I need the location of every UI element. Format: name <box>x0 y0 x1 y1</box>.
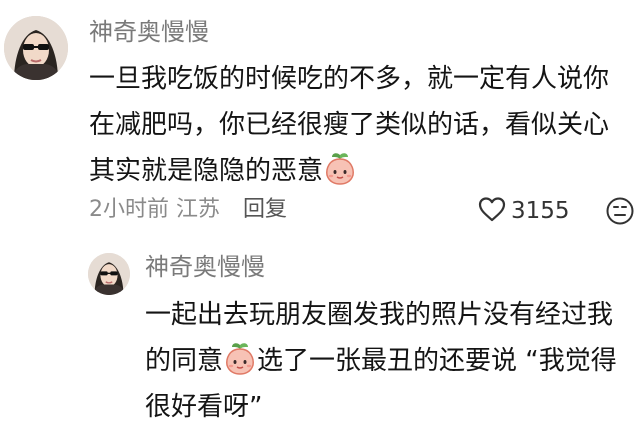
commenter-username[interactable]: 神奇奥慢慢 <box>89 20 209 44</box>
like-button[interactable]: 3155 <box>477 196 570 226</box>
heart-outline-icon <box>477 195 507 227</box>
comment-location: 江苏 <box>176 197 221 222</box>
comment-text: 一旦我吃饭的时候吃的不多，就一定有人说你在减肥吗，你已经很瘦了类似的话，看似关心… <box>89 56 634 194</box>
like-count: 3155 <box>511 198 570 224</box>
peach-face-icon <box>324 151 356 185</box>
reply-text: 一起出去玩朋友圈发我的照片没有经过我的同意 选了一张最丑的还要说 “我觉得很好看… <box>145 292 635 422</box>
replier-username[interactable]: 神奇奥慢慢 <box>145 255 265 279</box>
peach-face-icon <box>224 341 256 375</box>
comment-meta: 2小时前 江苏 <box>89 195 220 225</box>
reply-button[interactable]: 回复 <box>243 195 287 225</box>
comment-time: 2小时前 <box>89 197 169 222</box>
meh-face-icon[interactable] <box>605 196 635 226</box>
replier-avatar[interactable] <box>88 253 130 295</box>
commenter-avatar[interactable] <box>4 16 68 80</box>
